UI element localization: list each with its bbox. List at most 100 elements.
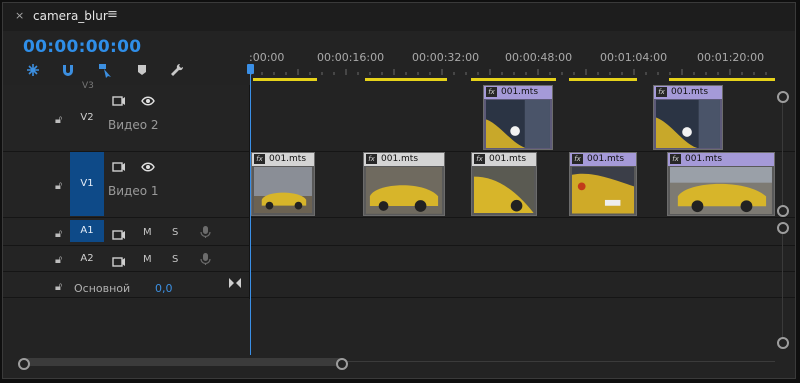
toggle-sync-lock-icon[interactable] [112, 226, 126, 240]
master-volume-value[interactable]: 0,0 [155, 282, 173, 295]
close-tab-button[interactable]: × [15, 9, 24, 22]
clip[interactable]: fx 001.mts [653, 85, 723, 150]
track-divider [3, 245, 795, 246]
fx-badge[interactable]: fx [254, 154, 265, 164]
eye-icon[interactable] [141, 158, 155, 172]
ruler-tick-label: 00:01:20:00 [697, 51, 765, 64]
fx-badge[interactable]: fx [572, 154, 583, 164]
clip-thumbnail [254, 167, 312, 214]
panel-tab-bar: × camera_blur ≡ [3, 3, 795, 31]
clip-thumbnail [474, 167, 534, 214]
render-status-bar [365, 78, 447, 81]
master-track-name: Основной [74, 282, 131, 295]
render-status-bar [669, 78, 775, 81]
clip-name: 001.mts [671, 87, 709, 97]
track-target-v1[interactable]: V1 [70, 152, 104, 216]
sequence-panel: × camera_blur ≡ 00:00:00:00 :00:00 00:00… [2, 2, 796, 379]
magnet-icon[interactable] [60, 62, 76, 78]
mute-button[interactable]: M [143, 227, 152, 238]
clip[interactable]: fx 001.mts [569, 152, 637, 216]
scrollbar-handle[interactable] [777, 205, 789, 217]
solo-button[interactable]: S [172, 254, 178, 265]
sequence-tab-title[interactable]: camera_blur [33, 9, 108, 23]
render-status-bar [253, 78, 317, 81]
marker-icon[interactable] [134, 62, 150, 78]
clip-thumbnail [486, 100, 550, 149]
toggle-sync-lock-icon[interactable] [112, 158, 126, 172]
track-divider [3, 217, 795, 218]
clip-name: 001.mts [685, 154, 723, 164]
fx-badge[interactable]: fx [656, 87, 667, 97]
track-name-v2[interactable]: Видео 2 [108, 118, 159, 132]
microphone-icon[interactable] [199, 224, 213, 238]
clip[interactable]: fx 001.mts [483, 85, 553, 150]
lock-icon[interactable]: 🔓︎ [55, 253, 62, 267]
ruler-ticks [251, 69, 767, 75]
zoom-handle-left[interactable] [18, 358, 30, 370]
fx-badge[interactable]: fx [366, 154, 377, 164]
wrench-icon[interactable] [169, 62, 185, 78]
track-target-v2[interactable]: V2 [70, 107, 104, 129]
clip-thumbnail [366, 167, 442, 214]
linked-selection-icon[interactable] [97, 62, 113, 78]
ripple-snap-icon[interactable] [25, 62, 41, 78]
solo-button[interactable]: S [172, 227, 178, 238]
track-divider [3, 297, 795, 298]
ruler-tick-label: :00:00 [249, 51, 285, 64]
lock-icon[interactable]: 🔓︎ [55, 179, 62, 193]
ruler-tick-label: 00:00:48:00 [505, 51, 573, 64]
clip-name: 001.mts [587, 154, 625, 164]
clip-header: fx 001.mts [472, 153, 536, 166]
panel-menu-icon[interactable]: ≡ [107, 7, 118, 22]
clip-thumbnail [572, 167, 634, 214]
fx-badge[interactable]: fx [474, 154, 485, 164]
clip-name: 001.mts [381, 154, 419, 164]
zoom-handle-right[interactable] [336, 358, 348, 370]
track-target-a2[interactable]: A2 [70, 248, 104, 270]
clip-header: fx 001.mts [484, 86, 552, 99]
toggle-sync-lock-icon[interactable] [112, 253, 126, 267]
clip-thumbnail [670, 167, 772, 215]
track-divider [3, 271, 795, 272]
lock-icon[interactable]: 🔓︎ [55, 227, 62, 241]
mute-button[interactable]: M [143, 254, 152, 265]
lock-icon[interactable]: 🔓︎ [55, 113, 62, 127]
clip-header: fx 001.mts [252, 153, 314, 166]
clip-name: 001.mts [489, 154, 527, 164]
ruler-tick-label: 00:01:04:00 [600, 51, 668, 64]
toggle-sync-lock-icon[interactable] [112, 92, 126, 106]
scrollbar-handle[interactable] [777, 337, 789, 349]
microphone-icon[interactable] [199, 251, 213, 265]
eye-icon[interactable] [141, 92, 155, 106]
clip-name: 001.mts [501, 87, 539, 97]
render-status-bar [471, 78, 556, 81]
clip-name: 001.mts [269, 154, 307, 164]
clip-header: fx 001.mts [668, 153, 774, 166]
clip[interactable]: fx 001.mts [363, 152, 445, 216]
track-target-a1[interactable]: A1 [70, 220, 104, 242]
scrollbar-handle[interactable] [777, 222, 789, 234]
clip[interactable]: fx 001.mts [667, 152, 775, 216]
clip[interactable]: fx 001.mts [471, 152, 537, 216]
time-ruler[interactable]: :00:00 00:00:16:00 00:00:32:00 00:00:48:… [249, 43, 779, 85]
horizontal-scroll-thumb[interactable] [23, 358, 343, 366]
scrollbar-handle[interactable] [777, 91, 789, 103]
fx-badge[interactable]: fx [670, 154, 681, 164]
clip-header: fx 001.mts [654, 86, 722, 99]
render-status-bar [569, 78, 637, 81]
track-label-v3: V3 [82, 81, 94, 91]
clip-header: fx 001.mts [570, 153, 636, 166]
playhead-timecode[interactable]: 00:00:00:00 [23, 37, 141, 57]
audio-tracks-scrollbar[interactable] [782, 227, 783, 347]
go-to-in-out-icon[interactable] [228, 274, 242, 288]
clip-header: fx 001.mts [364, 153, 444, 166]
video-tracks-scrollbar[interactable] [782, 95, 783, 211]
ruler-tick-label: 00:00:16:00 [317, 51, 385, 64]
track-name-v1[interactable]: Видео 1 [108, 184, 159, 198]
playhead-line[interactable] [250, 69, 251, 355]
clip-thumbnail [656, 100, 720, 149]
clip[interactable]: fx 001.mts [251, 152, 315, 216]
fx-badge[interactable]: fx [486, 87, 497, 97]
lock-icon[interactable]: 🔓︎ [55, 280, 62, 294]
ruler-tick-label: 00:00:32:00 [412, 51, 480, 64]
